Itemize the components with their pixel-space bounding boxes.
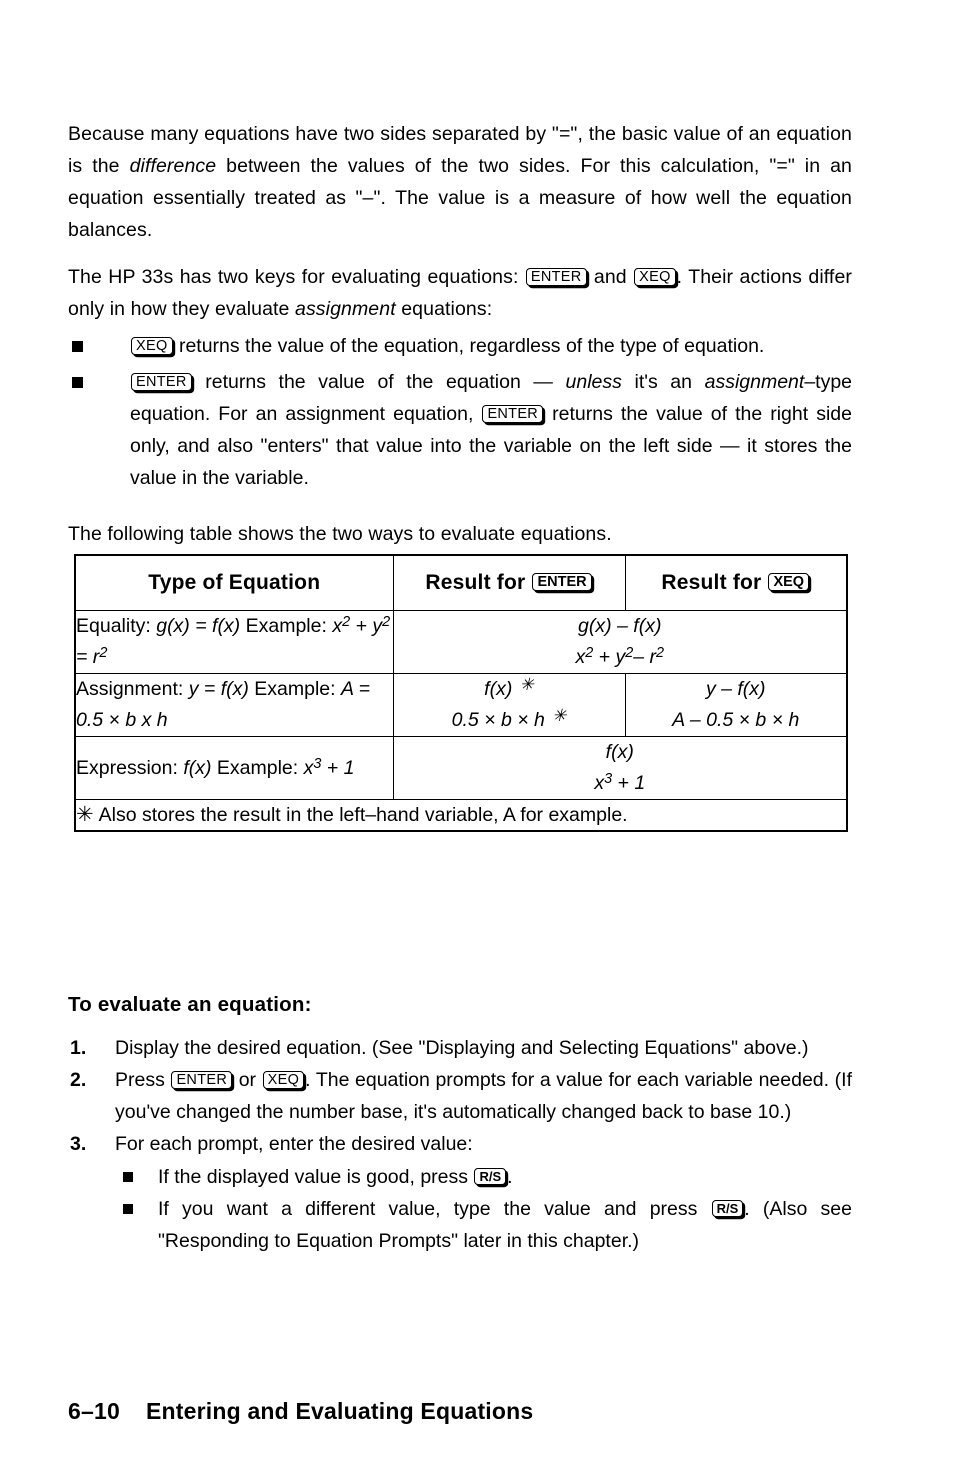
intro-emphasis-difference: difference (129, 155, 217, 177)
key-enter[interactable]: ENTER (532, 573, 592, 591)
step-number: 3. (70, 1133, 87, 1155)
assignment-example-label: Example: (254, 678, 341, 700)
keys-intro-and: and (587, 266, 634, 288)
bullet-square-icon (123, 1172, 133, 1182)
key-enter[interactable]: ENTER (131, 373, 192, 391)
bullet-square-icon (72, 341, 83, 352)
evaluation-methods-table: Type of Equation Result for ENTER Result… (74, 554, 848, 832)
document-page: Because many equations have two sides se… (68, 0, 852, 1478)
header-enter-prefix: Result for (425, 571, 532, 594)
section-heading-evaluate: To evaluate an equation: (68, 993, 312, 1016)
sub-bullet-1-text-a: If the displayed value is good, press (158, 1166, 474, 1188)
equality-result-line-2: x2 + y2– r2 (575, 644, 665, 668)
assignment-type-label: Assignment: (76, 678, 189, 700)
step-1-text: Display the desired equation. (See "Disp… (115, 1037, 809, 1059)
step-number: 2. (70, 1069, 87, 1091)
header-xeq-prefix: Result for (661, 571, 768, 594)
step-2-text-b: or (233, 1069, 262, 1091)
bullet-enter-emphasis-assignment: assignment (704, 371, 805, 393)
procedure-step-list: 1. Display the desired equation. (See "Di… (68, 1032, 852, 1257)
footer-page-number: 6–10 (68, 1398, 120, 1424)
assignment-xeq-line-1: y – f(x) (705, 678, 766, 700)
equality-type-line: Equality: g(x) = f(x) (76, 615, 240, 637)
table-footnote: ✳ Also stores the result in the left–hand… (74, 799, 848, 832)
assignment-enter-line-2: 0.5 × b × h ✳ (451, 705, 567, 731)
key-rs[interactable]: R/S (711, 1200, 744, 1217)
bullet-square-icon (123, 1204, 133, 1214)
bullet-item-enter: ENTER returns the value of the equation … (68, 366, 852, 494)
keys-intro-emphasis-assignment: assignment (295, 298, 396, 320)
sub-bullet-displayed-value: If the displayed value is good, press R/… (115, 1161, 852, 1193)
equality-type-label: Equality: (76, 615, 157, 637)
sub-bullet-different-value: If you want a different value, type the … (115, 1193, 852, 1257)
expression-example-label: Example: (216, 756, 304, 779)
key-xeq[interactable]: XEQ (634, 268, 676, 286)
cell-type-expression: Expression: f(x) Example: x3 + 1 (74, 736, 394, 800)
assignment-type-line: Assignment: y = f(x) (76, 678, 249, 700)
key-enter[interactable]: ENTER (171, 1071, 233, 1089)
footnote-asterisk-icon: ✳ (76, 803, 94, 826)
table-row-expression: Expression: f(x) Example: x3 + 1 f(x) x3… (74, 736, 848, 800)
step-number: 1. (70, 1037, 87, 1059)
bullet-enter-text-b: it's an (621, 371, 705, 393)
expression-type-line: Expression: f(x) (76, 757, 211, 779)
procedure-step-1: 1. Display the desired equation. (See "Di… (68, 1032, 852, 1064)
bullet-enter-emphasis-unless: unless (565, 371, 622, 393)
expression-example-line: Example: x3 + 1 (216, 755, 355, 779)
cell-type-assignment: Assignment: y = f(x) Example: A = 0.5 × … (74, 673, 394, 737)
equality-type-expression: g(x) = f(x) (156, 615, 241, 637)
assignment-type-expression: y = f(x) (188, 678, 249, 700)
keys-intro-text-c: equations: (395, 298, 493, 320)
paragraph-keys-intro: The HP 33s has two keys for evaluating e… (68, 261, 852, 325)
table-header-result-enter: Result for ENTER (392, 554, 626, 611)
expression-result-line-1: f(x) (605, 741, 634, 763)
footnote-text: Also stores the result in the left–hand … (98, 804, 628, 826)
key-xeq[interactable]: XEQ (768, 573, 810, 591)
expression-type-expression: f(x) (183, 756, 212, 779)
sub-bullet-2-text-a: If you want a different value, type the … (158, 1198, 711, 1220)
key-enter[interactable]: ENTER (525, 268, 587, 286)
key-behavior-bullet-list: XEQ returns the value of the equation, r… (68, 330, 852, 498)
procedure-step-3: 3. For each prompt, enter the desired val… (68, 1128, 852, 1257)
step-3-sub-bullet-list: If the displayed value is good, press R/… (115, 1161, 852, 1257)
bullet-enter-text-a: returns the value of the equation — (192, 371, 566, 393)
assignment-enter-line-1: f(x) ✳ (484, 674, 534, 700)
keys-intro-text-a: The HP 33s has two keys for evaluating e… (68, 266, 525, 288)
paragraph-table-intro: The following table shows the two ways t… (68, 523, 612, 545)
sub-bullet-1-text-b: . (507, 1166, 513, 1188)
table-row-assignment: Assignment: y = f(x) Example: A = 0.5 × … (74, 673, 848, 737)
expression-result-line-2: x3 + 1 (594, 770, 646, 794)
expression-type-label: Expression: (76, 756, 184, 779)
step-3-text: For each prompt, enter the desired value… (115, 1133, 473, 1155)
bullet-square-icon (72, 377, 83, 388)
table-header-result-xeq: Result for XEQ (624, 554, 848, 611)
key-xeq[interactable]: XEQ (262, 1071, 305, 1089)
bullet-item-xeq: XEQ returns the value of the equation, r… (68, 330, 852, 362)
cell-result-assignment-xeq: y – f(x) A – 0.5 × b × h (624, 673, 848, 737)
table-footnote-row: ✳ Also stores the result in the left–hand… (74, 799, 848, 832)
cell-result-assignment-enter: f(x) ✳ 0.5 × b × h ✳ (392, 673, 626, 737)
step-2-text-a: Press (115, 1069, 171, 1091)
equality-example-label: Example: (245, 615, 333, 637)
equality-result-line-1: g(x) – f(x) (578, 615, 662, 637)
bullet-xeq-text: returns the value of the equation, regar… (173, 335, 765, 357)
key-rs[interactable]: R/S (474, 1168, 507, 1185)
table-row-equality: Equality: g(x) = f(x) Example: x2 + y2 =… (74, 610, 848, 674)
page-footer: 6–10 Entering and Evaluating Equations (68, 1398, 533, 1425)
cell-type-equality: Equality: g(x) = f(x) Example: x2 + y2 =… (74, 610, 394, 674)
assignment-xeq-line-2: A – 0.5 × b × h (672, 709, 800, 731)
table-header-type: Type of Equation (74, 554, 394, 611)
footer-chapter-title: Entering and Evaluating Equations (145, 1398, 534, 1424)
procedure-step-2: 2. Press ENTER or XEQ. The equation promp… (68, 1064, 852, 1128)
key-enter[interactable]: ENTER (482, 405, 544, 423)
cell-result-equality-merged: g(x) – f(x) x2 + y2– r2 (392, 610, 848, 674)
cell-result-expression-merged: f(x) x3 + 1 (392, 736, 848, 800)
expression-example-expression: x3 + 1 (303, 755, 355, 779)
paragraph-intro: Because many equations have two sides se… (68, 118, 852, 246)
table-header-row: Type of Equation Result for ENTER Result… (74, 554, 848, 611)
key-xeq[interactable]: XEQ (131, 337, 173, 355)
